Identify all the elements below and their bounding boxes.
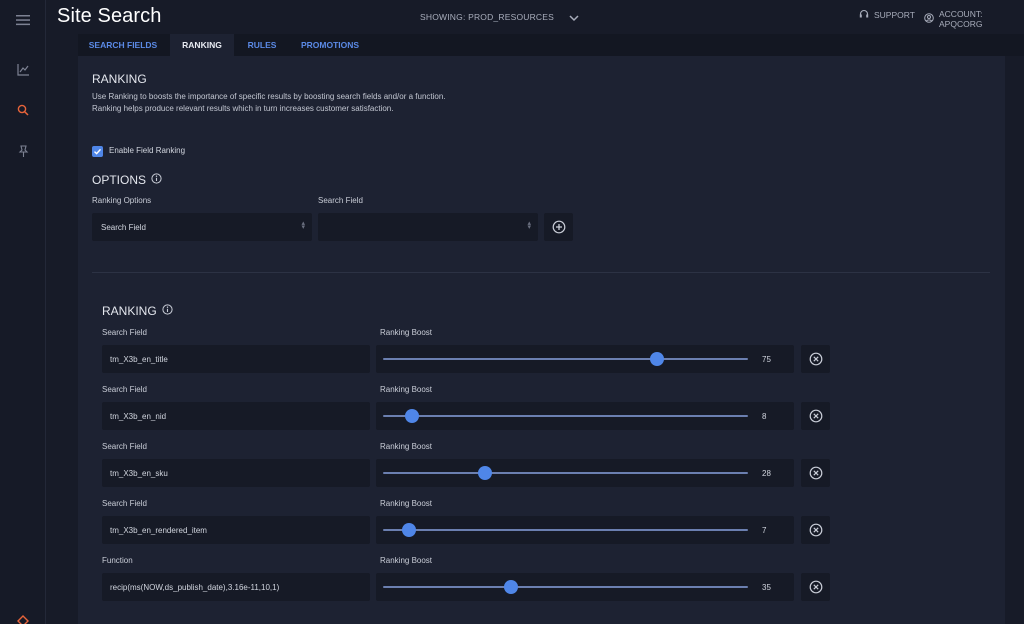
app-title: Site Search [57,5,162,27]
ranking-function-input[interactable]: recip(ms(NOW,ds_publish_date),3.16e-11,1… [102,573,370,601]
row-field-label: Search Field [102,328,147,337]
ranking-boost-slider[interactable]: 7 [376,516,794,544]
enable-field-ranking-checkbox[interactable] [92,146,103,157]
section-divider [92,272,990,273]
ranking-boost-slider[interactable]: 35 [376,573,794,601]
section-title-ranking: RANKING [92,72,147,86]
ranking-list-heading: RANKING [102,304,157,318]
close-circle-icon [809,580,822,594]
slider-thumb[interactable] [405,409,420,423]
enable-field-ranking-label[interactable]: Enable Field Ranking [109,146,185,155]
info-icon[interactable] [151,173,162,187]
account-menu[interactable]: ACCOUNT: APQCORG [924,9,1024,29]
tab-ranking[interactable]: RANKING [170,34,234,56]
slider-track[interactable] [383,529,748,531]
close-circle-icon [809,409,822,423]
row-boost-label: Ranking Boost [380,328,433,337]
search-field-label: Search Field [318,196,363,205]
row-boost-label: Ranking Boost [380,385,433,394]
slider-thumb[interactable] [503,580,518,594]
headset-icon [859,9,869,21]
ranking-boost-slider[interactable]: 75 [376,345,794,373]
slider-track[interactable] [383,415,748,417]
ranking-field-input[interactable]: tm_X3b_en_sku [102,459,370,487]
search-field-select[interactable]: ▴ ▾ [318,213,538,241]
ranking-options-value: Search Field [101,223,146,232]
menu-icon[interactable] [14,11,32,29]
boost-value: 35 [762,583,771,592]
boost-value: 75 [762,355,771,364]
account-label: ACCOUNT: APQCORG [939,9,983,29]
ranking-function-value: recip(ms(NOW,ds_publish_date),3.16e-11,1… [110,583,280,592]
slider-thumb[interactable] [478,466,493,480]
ranking-boost-slider[interactable]: 8 [376,402,794,430]
close-circle-icon [809,352,822,366]
slider-thumb[interactable] [401,523,416,537]
pin-icon[interactable] [14,142,32,160]
select-arrows-icon: ▴ ▾ [527,220,531,231]
tab-rules[interactable]: RULES [236,34,288,56]
chart-line-icon[interactable] [14,60,32,78]
ranking-description: Use Ranking to boosts the importance of … [92,92,446,113]
close-circle-icon [809,466,822,480]
ranking-field-input[interactable]: tm_X3b_en_rendered_item [102,516,370,544]
row-field-label: Search Field [102,442,147,451]
chevron-down-icon[interactable] [568,10,580,28]
remove-ranking-button[interactable] [801,402,830,430]
ranking-panel: RANKING Use Ranking to boosts the import… [78,56,1005,624]
user-circle-icon [924,13,934,25]
ranking-field-value: tm_X3b_en_rendered_item [110,526,207,535]
row-boost-label: Ranking Boost [380,499,433,508]
brand-logo-icon [14,612,32,624]
section-title-ranking-list: RANKING [102,304,173,318]
row-field-label: Search Field [102,385,147,394]
info-icon[interactable] [162,304,173,318]
remove-ranking-button[interactable] [801,516,830,544]
plus-circle-icon [552,220,565,234]
ranking-field-value: tm_X3b_en_title [110,355,168,364]
select-arrows-icon: ▴ ▾ [301,220,305,231]
remove-ranking-button[interactable] [801,573,830,601]
row-boost-label: Ranking Boost [380,556,433,565]
row-field-label: Search Field [102,499,147,508]
remove-ranking-button[interactable] [801,459,830,487]
support-link[interactable]: SUPPORT [859,9,915,21]
environment-selector-label[interactable]: SHOWING: PROD_RESOURCES [420,12,554,22]
slider-track[interactable] [383,358,748,360]
section-title-options: OPTIONS [92,173,162,187]
slider-track[interactable] [383,586,748,588]
tab-search-fields[interactable]: SEARCH FIELDS [78,34,168,56]
options-heading: OPTIONS [92,173,147,187]
remove-ranking-button[interactable] [801,345,830,373]
top-header: Site Search SHOWING: PROD_RESOURCES SUPP… [46,0,1024,34]
ranking-field-value: tm_X3b_en_nid [110,412,167,421]
left-nav-rail [0,0,46,624]
ranking-options-select[interactable]: Search Field ▴ ▾ [92,213,312,241]
ranking-field-input[interactable]: tm_X3b_en_title [102,345,370,373]
slider-thumb[interactable] [649,352,664,366]
ranking-field-input[interactable]: tm_X3b_en_nid [102,402,370,430]
checkmark-icon [94,148,102,155]
boost-value: 28 [762,469,771,478]
boost-value: 7 [762,526,767,535]
add-ranking-button[interactable] [544,213,573,241]
ranking-boost-slider[interactable]: 28 [376,459,794,487]
tab-promotions[interactable]: PROMOTIONS [292,34,368,56]
slider-track[interactable] [383,472,748,474]
tab-bar: SEARCH FIELDS RANKING RULES PROMOTIONS [78,34,1024,56]
row-function-label: Function [102,556,133,565]
ranking-field-value: tm_X3b_en_sku [110,469,168,478]
close-circle-icon [809,523,822,537]
search-icon[interactable] [14,101,32,119]
support-label: SUPPORT [874,10,915,20]
boost-value: 8 [762,412,767,421]
ranking-options-label: Ranking Options [92,196,152,205]
row-boost-label: Ranking Boost [380,442,433,451]
